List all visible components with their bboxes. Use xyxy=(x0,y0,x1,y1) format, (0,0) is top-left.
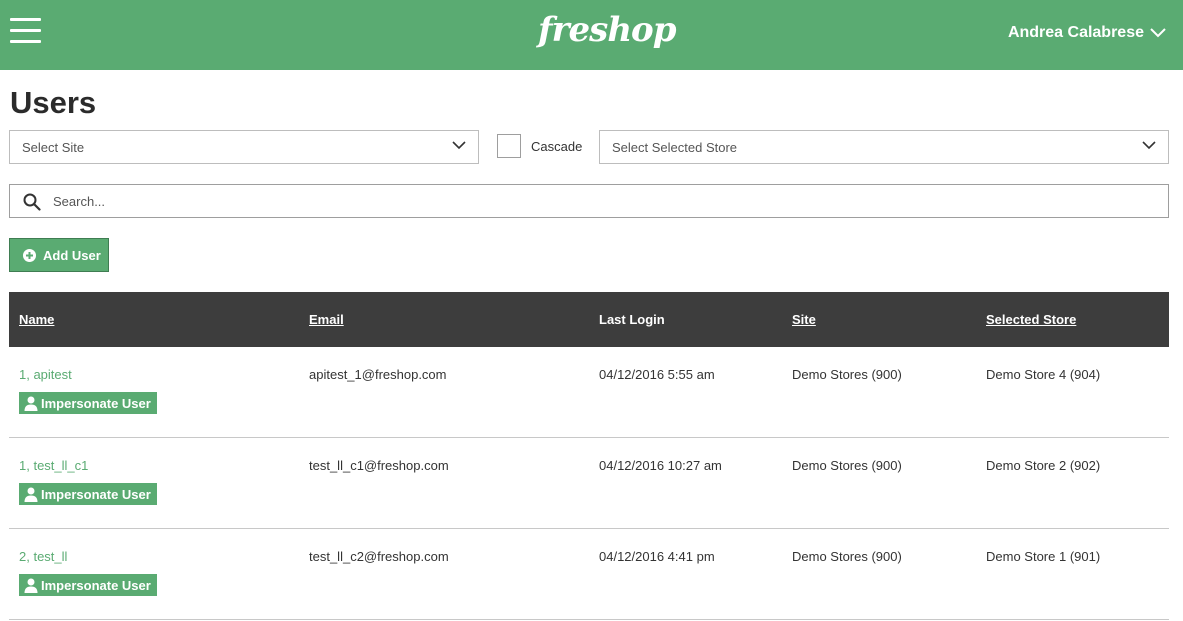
table-row: 1, test_ll_c1 test_ll_c1@freshop.com 04/… xyxy=(9,438,1169,529)
hamburger-menu-icon[interactable] xyxy=(10,18,41,50)
user-email: test_ll_c1@freshop.com xyxy=(309,458,449,473)
user-selected-store: Demo Store 4 (904) xyxy=(986,367,1101,382)
user-site: Demo Stores (900) xyxy=(792,549,902,564)
user-last-login: 04/12/2016 4:41 pm xyxy=(599,549,715,564)
column-header-site[interactable]: Site xyxy=(792,312,816,327)
user-site: Demo Stores (900) xyxy=(792,458,902,473)
impersonate-user-label: Impersonate User xyxy=(41,395,151,411)
impersonate-user-label: Impersonate User xyxy=(41,577,151,593)
cascade-label: Cascade xyxy=(531,139,583,154)
column-header-last-login: Last Login xyxy=(599,312,665,327)
user-menu[interactable]: Andrea Calabrese xyxy=(1008,24,1166,42)
add-user-label: Add User xyxy=(43,247,101,263)
site-select[interactable]: Select Site xyxy=(9,130,479,164)
user-icon xyxy=(24,487,38,502)
user-email: apitest_1@freshop.com xyxy=(309,367,447,382)
impersonate-user-button[interactable]: Impersonate User xyxy=(19,392,157,414)
search-input[interactable] xyxy=(53,186,1153,216)
store-select-placeholder: Select Selected Store xyxy=(612,140,738,155)
impersonate-user-button[interactable]: Impersonate User xyxy=(19,574,157,596)
table-row: 1, apitest apitest_1@freshop.com 04/12/2… xyxy=(9,347,1169,438)
page-title: Users xyxy=(10,85,97,120)
impersonate-user-button[interactable]: Impersonate User xyxy=(19,483,157,505)
user-name-link[interactable]: 1, apitest xyxy=(19,367,72,382)
chevron-down-icon xyxy=(452,141,466,150)
add-user-button[interactable]: Add User xyxy=(9,238,109,272)
user-site: Demo Stores (900) xyxy=(792,367,902,382)
impersonate-user-label: Impersonate User xyxy=(41,486,151,502)
user-icon xyxy=(24,578,38,593)
user-selected-store: Demo Store 2 (902) xyxy=(986,458,1101,473)
table-row: 2, test_ll test_ll_c2@freshop.com 04/12/… xyxy=(9,529,1169,620)
plus-circle-icon xyxy=(23,248,36,262)
chevron-down-icon xyxy=(1142,141,1156,150)
freshop-logo[interactable]: freshop xyxy=(538,10,676,50)
user-name-link[interactable]: 1, test_ll_c1 xyxy=(19,458,88,473)
user-last-login: 04/12/2016 10:27 am xyxy=(599,458,722,473)
user-email: test_ll_c2@freshop.com xyxy=(309,549,449,564)
users-table: Name Email Last Login Site Selected Stor… xyxy=(9,292,1169,620)
user-name: Andrea Calabrese xyxy=(1007,24,1144,41)
column-header-email[interactable]: Email xyxy=(309,312,344,327)
column-header-selected-store[interactable]: Selected Store xyxy=(986,312,1076,327)
column-header-name[interactable]: Name xyxy=(19,312,54,327)
user-last-login: 04/12/2016 5:55 am xyxy=(599,367,715,382)
site-select-placeholder: Select Site xyxy=(22,140,85,155)
selected-store-select[interactable]: Select Selected Store xyxy=(599,130,1169,164)
user-selected-store: Demo Store 1 (901) xyxy=(986,549,1101,564)
table-header: Name Email Last Login Site Selected Stor… xyxy=(9,292,1169,347)
top-bar: freshop Andrea Calabrese xyxy=(0,0,1183,70)
user-name-link[interactable]: 2, test_ll xyxy=(19,549,67,564)
user-icon xyxy=(24,396,38,411)
search-icon xyxy=(23,193,41,211)
search-box xyxy=(9,184,1169,218)
chevron-down-icon xyxy=(1150,28,1166,38)
cascade-checkbox[interactable] xyxy=(497,134,521,158)
